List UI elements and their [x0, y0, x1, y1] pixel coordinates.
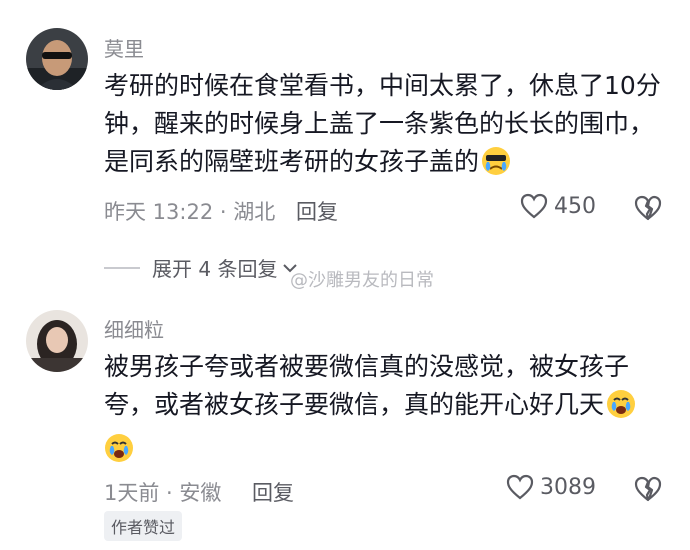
comment-text: 考研的时候在食堂看书，中间太累了，休息了10分 钟，醒来的时候身上盖了一条紫色的…	[104, 67, 664, 187]
dislike-button[interactable]	[634, 195, 662, 225]
divider	[104, 266, 140, 269]
comment-line: 钟，醒来的时候身上盖了一条紫色的长长的围巾，	[104, 109, 655, 138]
comment-text: 被男孩子夸或者被要微信真的没感觉，被女孩子 夸，或者被女孩子要微信，真的能开心好…	[104, 348, 664, 474]
comment-line: 考研的时候在食堂看书，中间太累了，休息了10分	[104, 71, 661, 100]
broken-heart-icon	[634, 476, 662, 502]
reply-button[interactable]: 回复	[252, 477, 294, 507]
comment-line: 夸，或者被女孩子要微信，真的能开心好几天	[104, 390, 605, 419]
dislike-button[interactable]	[634, 476, 662, 506]
heart-icon	[506, 474, 534, 500]
time-location: 1天前 · 安徽	[104, 481, 222, 505]
broken-heart-icon	[634, 195, 662, 221]
comment-line: 是同系的隔壁班考研的女孩子盖的	[104, 147, 480, 176]
time-location: 昨天 13:22 · 湖北	[104, 200, 276, 224]
heart-icon	[520, 193, 548, 219]
comment-line: 被男孩子夸或者被要微信真的没感觉，被女孩子	[104, 352, 630, 381]
username[interactable]: 细细粒	[104, 314, 164, 343]
crying-face-emoji-icon	[104, 433, 134, 474]
like-button[interactable]: 450	[520, 193, 596, 219]
like-count: 450	[554, 193, 596, 219]
expand-replies-button[interactable]: 展开 4 条回复	[104, 253, 299, 282]
avatar[interactable]	[26, 310, 88, 372]
like-button[interactable]: 3089	[506, 474, 596, 500]
expand-replies-label: 展开 4 条回复	[152, 257, 278, 281]
watermark: @沙雕男友的日常	[290, 270, 434, 291]
author-liked-badge: 作者赞过	[104, 511, 183, 541]
like-count: 3089	[540, 474, 596, 500]
crying-face-emoji-icon	[606, 389, 636, 430]
avatar[interactable]	[26, 28, 88, 90]
username[interactable]: 莫里	[104, 33, 144, 62]
crying-face-emoji-icon	[481, 146, 511, 187]
reply-button[interactable]: 回复	[296, 196, 338, 226]
